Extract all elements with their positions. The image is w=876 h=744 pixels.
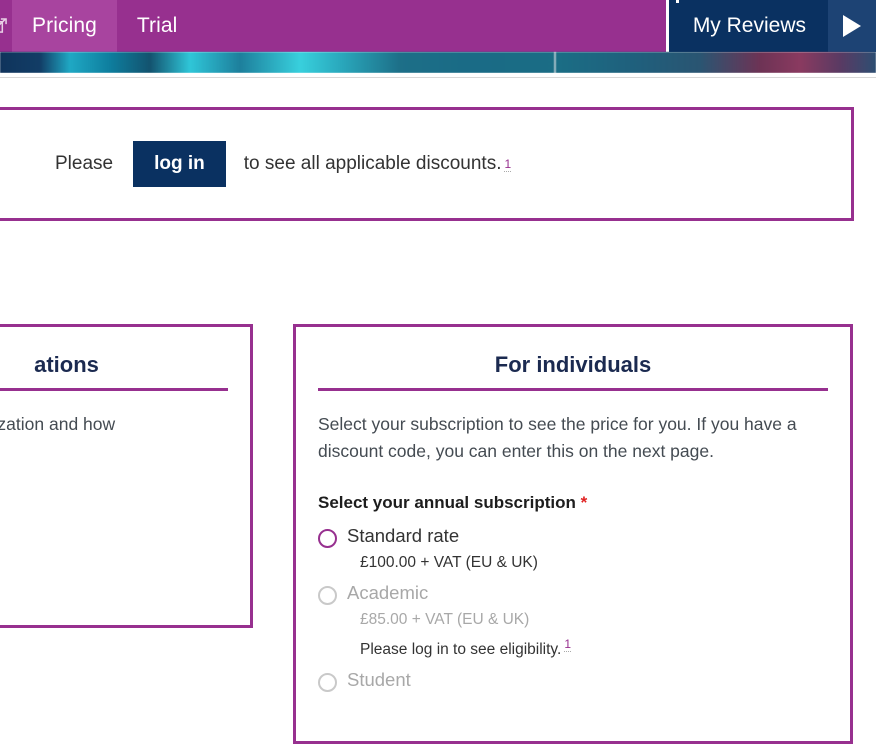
nav-item-trial[interactable]: Trial (117, 0, 198, 52)
my-reviews-label: My Reviews (692, 14, 806, 37)
subscription-option-standard-price: £100.00 + VAT (EU & UK) (360, 554, 538, 571)
academic-note-text: Please log in to see eligibility. (360, 641, 562, 659)
play-triangle-icon (843, 15, 861, 37)
panel-individuals-intro: Select your subscription to see the pric… (318, 411, 828, 465)
subscription-option-academic-label: Academic (347, 582, 429, 603)
footnote-marker-discounts[interactable]: 1 (504, 157, 512, 172)
panel-organizations-title-rule (0, 388, 228, 391)
external-link-icon-cell[interactable] (0, 0, 12, 52)
footnote-marker-eligibility[interactable]: 1 (564, 637, 572, 652)
panel-individuals-title-rule (318, 388, 828, 391)
panel-organizations-body: pe of organization and how . (0, 411, 228, 491)
radio-button-student (318, 673, 337, 693)
login-discount-banner: Please log in to see all applicable disc… (0, 107, 854, 221)
subscription-option-academic-price: £85.00 + VAT (EU & UK) (360, 611, 530, 628)
subscription-option-student: Student (318, 669, 828, 693)
nav-item-trial-label: Trial (136, 14, 178, 37)
hero-banner-image (0, 52, 876, 73)
panel-for-individuals: For individuals Select your subscription… (293, 324, 853, 744)
required-field-marker: * (580, 493, 588, 512)
subscription-option-student-label: Student (347, 669, 411, 691)
subscription-option-standard-label: Standard rate (347, 525, 460, 546)
panel-individuals-intro-text: Select your subscription to see the pric… (318, 414, 797, 461)
subscription-option-student-row: Student (318, 669, 828, 693)
subscription-option-standard-row[interactable]: Standard rate (318, 525, 828, 548)
panel-for-organizations: ations pe of organization and how . (0, 324, 253, 628)
subscription-option-academic-row: Academic (318, 582, 828, 605)
nav-item-pricing[interactable]: Pricing (12, 0, 117, 52)
my-reviews-expand-button[interactable] (828, 0, 876, 52)
subscription-heading-label: Select your annual subscription (318, 493, 576, 512)
subscription-option-academic-note: Please log in to see eligibility. 1 (360, 637, 828, 659)
login-banner-lead-text: Please (55, 153, 114, 174)
nav-left-group: Pricing Trial (0, 0, 197, 52)
my-reviews-button[interactable]: My Reviews (668, 0, 828, 52)
panel-individuals-title: For individuals (494, 352, 652, 377)
external-link-icon (0, 18, 7, 33)
panel-organizations-paragraph-2: . (0, 464, 228, 491)
login-banner-trail-text: to see all applicable discounts. (243, 153, 502, 174)
page-top-rule (0, 73, 876, 78)
log-in-button[interactable]: log in (133, 141, 226, 187)
panel-organizations-title: ations (34, 352, 99, 377)
radio-button-standard-rate[interactable] (318, 529, 337, 548)
subscription-option-academic: Academic £85.00 + VAT (EU & UK) Please l… (318, 582, 828, 659)
nav-spacer (197, 0, 666, 52)
nav-right-group: My Reviews (668, 0, 876, 52)
top-navigation-bar: Pricing Trial My Reviews (0, 0, 876, 52)
subscription-heading: Select your annual subscription * (318, 493, 828, 513)
nav-item-pricing-label: Pricing (32, 14, 97, 37)
hero-image-detail (554, 52, 556, 73)
hero-separator (676, 0, 679, 3)
subscription-option-standard[interactable]: Standard rate £100.00 + VAT (EU & UK) (318, 525, 828, 572)
login-banner-content: Please log in to see all applicable disc… (55, 141, 512, 187)
panel-organizations-paragraph-1: pe of organization and how (0, 414, 116, 434)
radio-button-academic (318, 586, 337, 605)
